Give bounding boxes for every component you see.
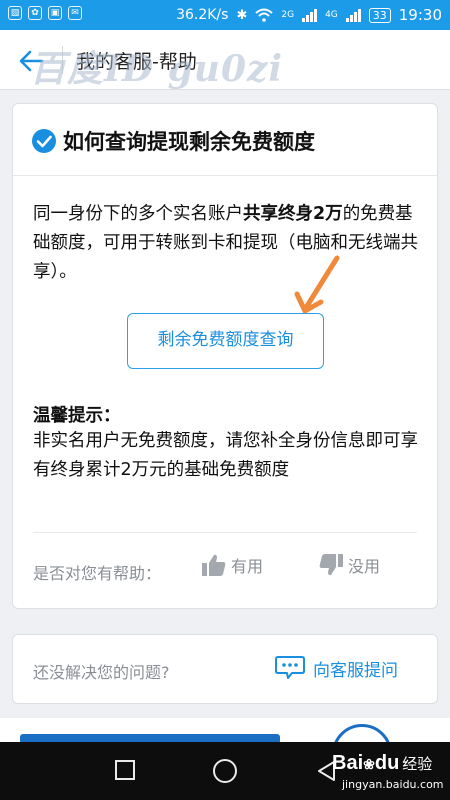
answer-text-1: 同一身份下的多个实名账户 (33, 204, 243, 224)
logo-url: jingyan.baidu.com (342, 778, 444, 791)
article-answer: 同一身份下的多个实名账户共享终身2万的免费基础额度，可用于转账到卡和提现（电脑和… (33, 200, 423, 287)
network-speed: 36.2K/s (176, 7, 229, 23)
useful-label: 有用 (231, 557, 264, 576)
gallery-notification-icon: ▧ (8, 6, 22, 20)
app-notification-icon: ▣ (48, 6, 62, 20)
unresolved-label: 还没解决您的问题? (33, 663, 170, 682)
sim1-label: 2G (281, 10, 295, 20)
peek-badge (332, 724, 392, 742)
answer-highlight: 共享终身2万 (243, 204, 343, 224)
logo-cn: 经验 (402, 756, 433, 773)
next-content-peek (0, 718, 450, 742)
header-divider (62, 46, 63, 74)
signal-icon (302, 8, 318, 22)
huawei-notification-icon: ✿ (28, 6, 42, 20)
thumbs-down-icon (319, 554, 343, 576)
signal-icon-2 (345, 8, 361, 22)
ask-customer-service-button[interactable]: 向客服提问 (275, 655, 398, 681)
peek-banner-text (20, 734, 280, 742)
page-title: 我的客服-帮助 (76, 51, 197, 73)
back-arrow-icon[interactable] (18, 48, 44, 74)
baidu-jingyan-logo: Bai❀du 经验 (332, 752, 432, 775)
recent-apps-button[interactable] (115, 760, 135, 780)
wifi-icon (255, 8, 274, 22)
sim2-label: 4G (325, 10, 338, 20)
battery-indicator: 33 (368, 7, 391, 23)
article-header: 如何查询提现剩余免费额度 (13, 104, 437, 176)
thumbs-up-icon (202, 554, 226, 576)
bluetooth-icon: ✱ (236, 7, 248, 23)
system-nav-bar: Bai❀du 经验 jingyan.baidu.com (0, 742, 450, 800)
orange-arrow-icon (294, 255, 340, 314)
article-title: 如何查询提现剩余免费额度 (63, 130, 315, 154)
remaining-quota-query-button[interactable]: 剩余免费额度查询 (127, 313, 324, 369)
message-notification-icon: ✉ (68, 6, 82, 20)
tip-title: 温馨提示： (33, 406, 121, 426)
logo-text-2: du (374, 752, 400, 774)
useless-button[interactable]: 没用 (318, 552, 380, 578)
check-circle-icon (32, 129, 56, 153)
card-divider (33, 532, 417, 533)
logo-text: Bai (332, 752, 364, 774)
status-bar: ▧ ✿ ▣ ✉ 36.2K/s ✱ 2G 4G 33 19:30 (0, 0, 450, 30)
ask-button-label: 向客服提问 (313, 660, 398, 681)
app-header: 我的客服-帮助 百度ID gu0zi (0, 30, 450, 90)
clock: 19:30 (398, 6, 442, 24)
notification-icons: ▧ ✿ ▣ ✉ (8, 6, 82, 20)
helpful-label: 是否对您有帮助： (33, 564, 162, 583)
paw-icon: ❀ (363, 756, 375, 772)
ask-service-card: 还没解决您的问题? 向客服提问 (12, 634, 438, 704)
home-button[interactable] (213, 759, 237, 783)
help-article-card: 如何查询提现剩余免费额度 同一身份下的多个实名账户共享终身2万的免费基础额度，可… (12, 103, 438, 609)
tip-text: 非实名用户无免费额度，请您补全身份信息即可享有终身累计2万元的基础免费额度 (33, 431, 418, 480)
useless-label: 没用 (348, 557, 381, 576)
useful-button[interactable]: 有用 (201, 552, 263, 578)
chat-bubble-icon (275, 656, 305, 679)
